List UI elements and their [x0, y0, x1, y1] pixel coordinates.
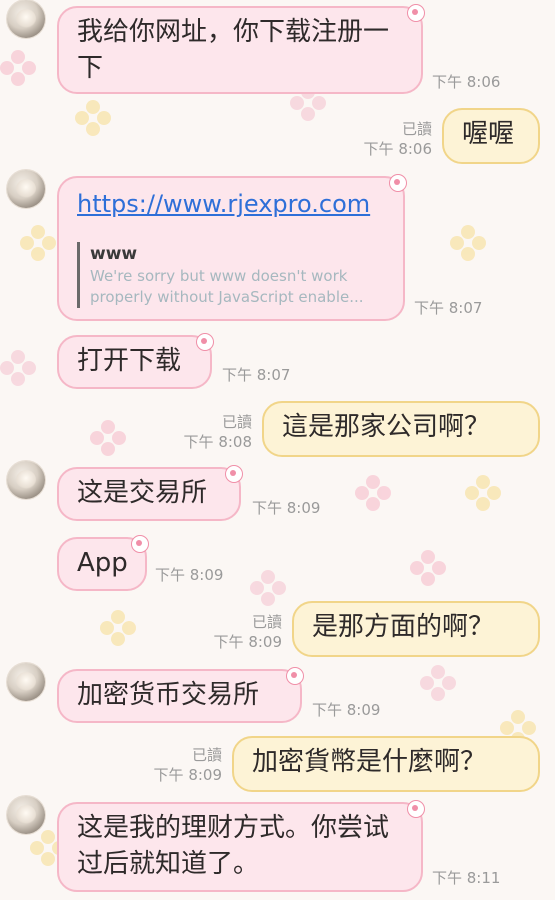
contact-avatar[interactable] [7, 170, 45, 208]
message-text: App [77, 548, 128, 578]
flower-corner-icon [407, 4, 425, 22]
message-text: 这是我的理财方式。你尝试过后就知道了。 [77, 813, 390, 879]
flower-decoration-icon [250, 570, 286, 606]
message-time: 下午 8:11 [432, 869, 501, 887]
flower-corner-icon [389, 174, 407, 192]
link-preview-bubble[interactable]: https://www.rjexpro.com www We're sorry … [57, 174, 407, 321]
message-time: 下午 8:09 [153, 766, 222, 784]
message-bubble-outgoing[interactable]: 喔喔 [442, 108, 540, 164]
flower-decoration-icon [90, 420, 126, 456]
message-time: 下午 8:09 [312, 701, 381, 719]
flower-corner-icon [286, 667, 304, 685]
message-text: 這是那家公司啊？ [282, 412, 491, 442]
flower-decoration-icon [465, 475, 501, 511]
flower-decoration-icon [75, 100, 111, 136]
flower-decoration-icon [100, 610, 136, 646]
flower-decoration-icon [0, 350, 36, 386]
flower-decoration-icon [420, 665, 456, 701]
message-text: 加密貨幣是什麼啊？ [252, 747, 487, 777]
message-bubble-incoming[interactable]: 我给你网址，你下载注册一下 [57, 4, 425, 94]
flower-decoration-icon [450, 225, 486, 261]
flower-corner-icon [131, 535, 149, 553]
message-time: 下午 8:09 [252, 499, 321, 517]
message-bubble-incoming[interactable]: App [57, 535, 149, 591]
message-text: 这是交易所 [77, 478, 208, 508]
read-receipt: 已讀 [191, 746, 222, 764]
contact-avatar[interactable] [7, 461, 45, 499]
chat-area[interactable]: 我给你网址，你下载注册一下 下午 8:06 已讀 下午 8:06 喔喔 http… [0, 0, 555, 900]
message-time: 下午 8:08 [183, 433, 252, 451]
flower-decoration-icon [410, 550, 446, 586]
flower-corner-icon [225, 465, 243, 483]
flower-decoration-icon [20, 225, 56, 261]
message-bubble-incoming[interactable]: 打开下载 [57, 333, 214, 389]
message-time: 下午 8:06 [432, 73, 501, 91]
message-time: 下午 8:09 [155, 566, 224, 584]
read-receipt: 已讀 [401, 120, 432, 138]
preview-title: www [90, 244, 138, 264]
message-text: 喔喔 [462, 119, 515, 149]
message-text: 打开下载 [77, 346, 182, 376]
read-receipt: 已讀 [221, 413, 252, 431]
message-text: 加密货币交易所 [77, 680, 260, 710]
flower-decoration-icon [355, 475, 391, 511]
link-preview[interactable]: www We're sorry but www doesn't work pro… [77, 242, 385, 308]
message-time: 下午 8:07 [414, 299, 483, 317]
message-time: 下午 8:06 [363, 140, 432, 158]
message-text: 是那方面的啊？ [312, 612, 495, 642]
flower-decoration-icon [0, 50, 36, 86]
flower-corner-icon [407, 800, 425, 818]
contact-avatar[interactable] [7, 663, 45, 701]
message-bubble-outgoing[interactable]: 這是那家公司啊？ [262, 401, 540, 457]
flower-corner-icon [196, 333, 214, 351]
message-text: 我给你网址，你下载注册一下 [77, 17, 390, 83]
contact-avatar[interactable] [7, 796, 45, 834]
message-bubble-outgoing[interactable]: 是那方面的啊？ [292, 601, 540, 657]
contact-avatar[interactable] [7, 0, 45, 38]
message-bubble-incoming[interactable]: 这是我的理财方式。你尝试过后就知道了。 [57, 800, 425, 892]
message-bubble-incoming[interactable]: 加密货币交易所 [57, 667, 304, 723]
read-receipt: 已讀 [251, 613, 282, 631]
message-bubble-incoming[interactable]: 这是交易所 [57, 465, 243, 521]
preview-description: We're sorry but www doesn't work properl… [90, 267, 364, 306]
message-bubble-outgoing[interactable]: 加密貨幣是什麼啊？ [232, 736, 540, 792]
url-link[interactable]: https://www.rjexpro.com [77, 190, 370, 218]
message-time: 下午 8:09 [213, 633, 282, 651]
message-time: 下午 8:07 [222, 366, 291, 384]
